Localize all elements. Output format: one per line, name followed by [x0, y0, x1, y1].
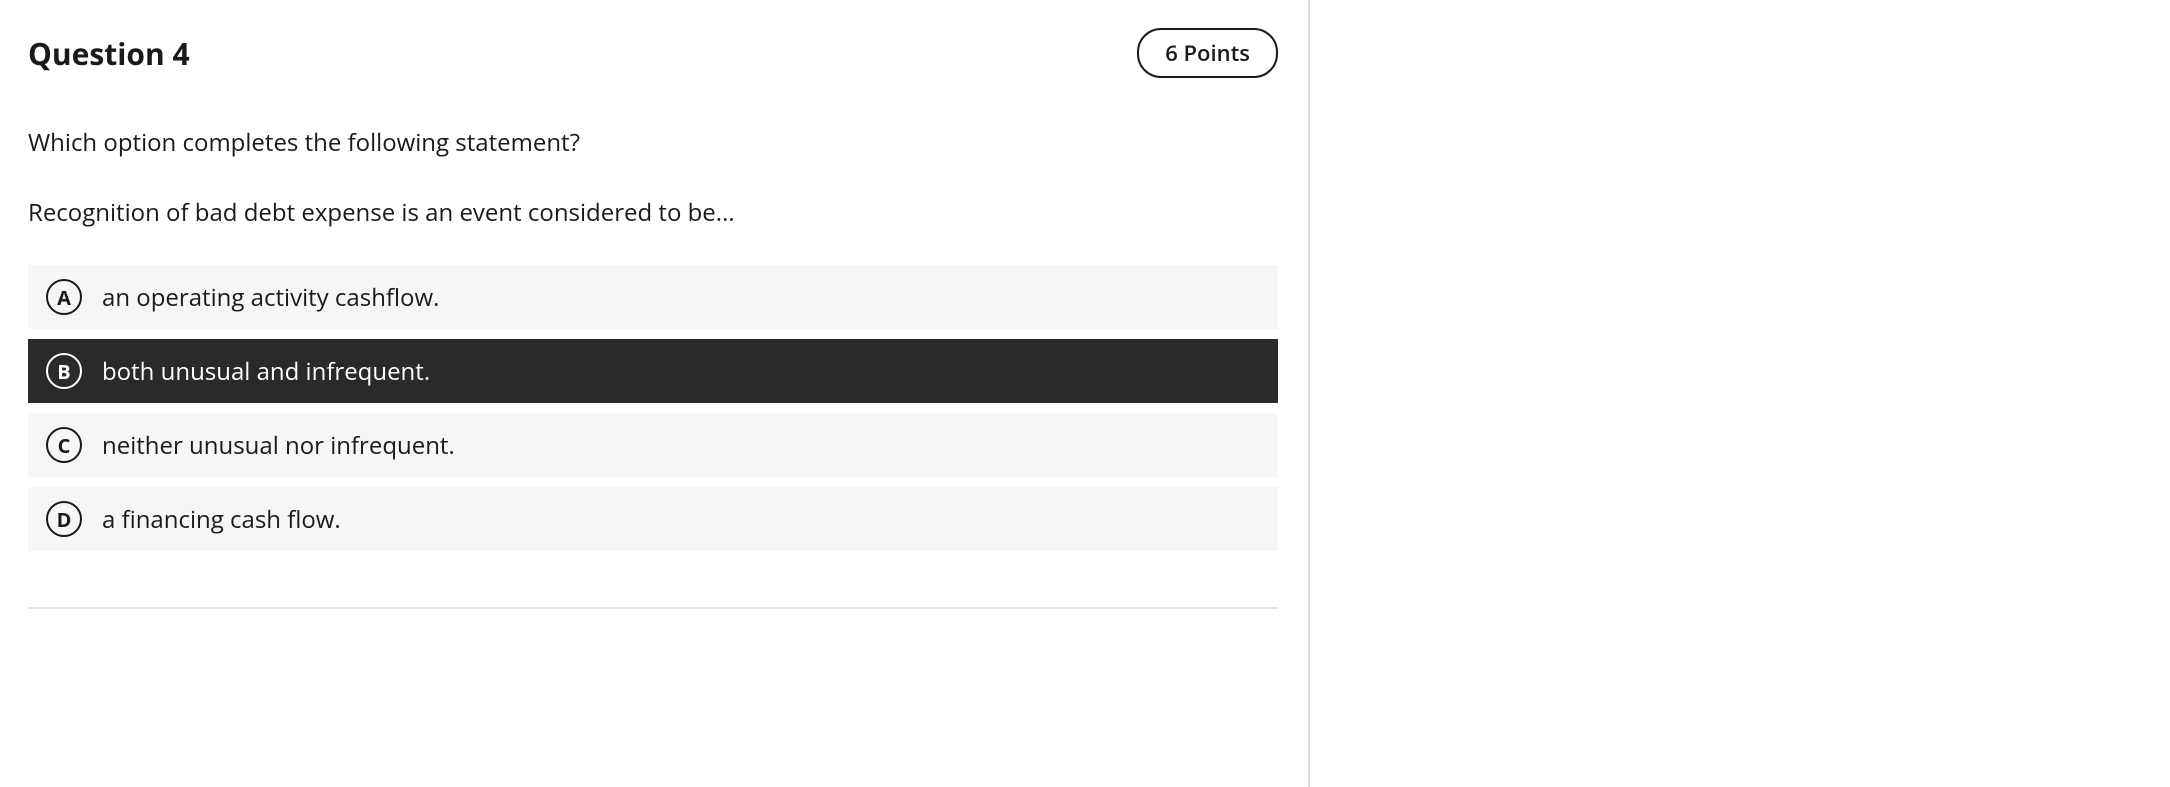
points-badge: 6 Points — [1137, 28, 1278, 78]
option-letter: A — [46, 279, 82, 315]
option-a[interactable]: A an operating activity cashflow. — [28, 265, 1278, 329]
question-prompt: Which option completes the following sta… — [28, 126, 1308, 160]
question-header: Question 4 6 Points — [28, 28, 1308, 78]
option-letter: C — [46, 427, 82, 463]
question-panel: Question 4 6 Points Which option complet… — [0, 0, 1310, 787]
side-panel — [1310, 0, 2170, 787]
option-text: an operating activity cashflow. — [102, 281, 439, 314]
options-list: A an operating activity cashflow. B both… — [28, 265, 1278, 551]
question-statement: Recognition of bad debt expense is an ev… — [28, 196, 1308, 230]
page-container: Question 4 6 Points Which option complet… — [0, 0, 2170, 787]
option-c[interactable]: C neither unusual nor infrequent. — [28, 413, 1278, 477]
question-title: Question 4 — [28, 33, 190, 74]
option-d[interactable]: D a financing cash flow. — [28, 487, 1278, 551]
option-text: neither unusual nor infrequent. — [102, 429, 455, 462]
option-text: both unusual and infrequent. — [102, 355, 430, 388]
option-letter: D — [46, 501, 82, 537]
option-text: a financing cash flow. — [102, 503, 341, 536]
option-b[interactable]: B both unusual and infrequent. — [28, 339, 1278, 403]
section-divider — [28, 607, 1278, 609]
option-letter: B — [46, 353, 82, 389]
